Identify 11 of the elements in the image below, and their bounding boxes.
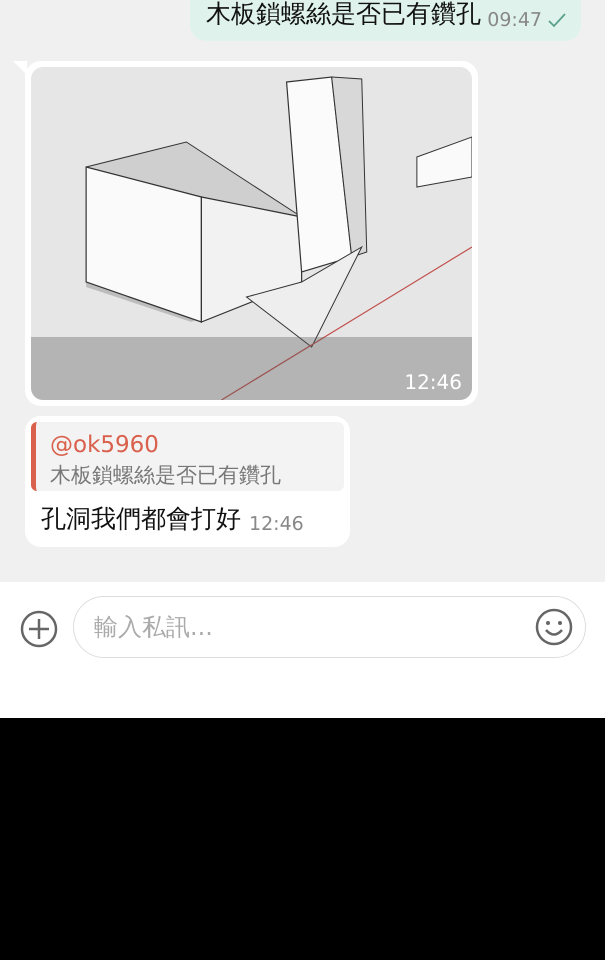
- message-input[interactable]: 輸入私訊...: [73, 596, 586, 658]
- quote-text: 木板鎖螺絲是否已有鑽孔: [50, 462, 282, 489]
- add-icon[interactable]: [19, 609, 59, 649]
- timestamp: 09:47: [487, 8, 542, 30]
- message-text: 木板鎖螺絲是否已有鑽孔: [206, 0, 482, 30]
- timestamp: 12:46: [249, 513, 304, 536]
- smiley-icon[interactable]: [534, 607, 574, 647]
- timestamp: 12:46: [404, 370, 462, 394]
- quote-author: @ok5960: [50, 430, 160, 460]
- quoted-message[interactable]: @ok5960 木板鎖螺絲是否已有鑽孔: [31, 422, 344, 491]
- message-text: 孔洞我們都會打好: [41, 502, 241, 535]
